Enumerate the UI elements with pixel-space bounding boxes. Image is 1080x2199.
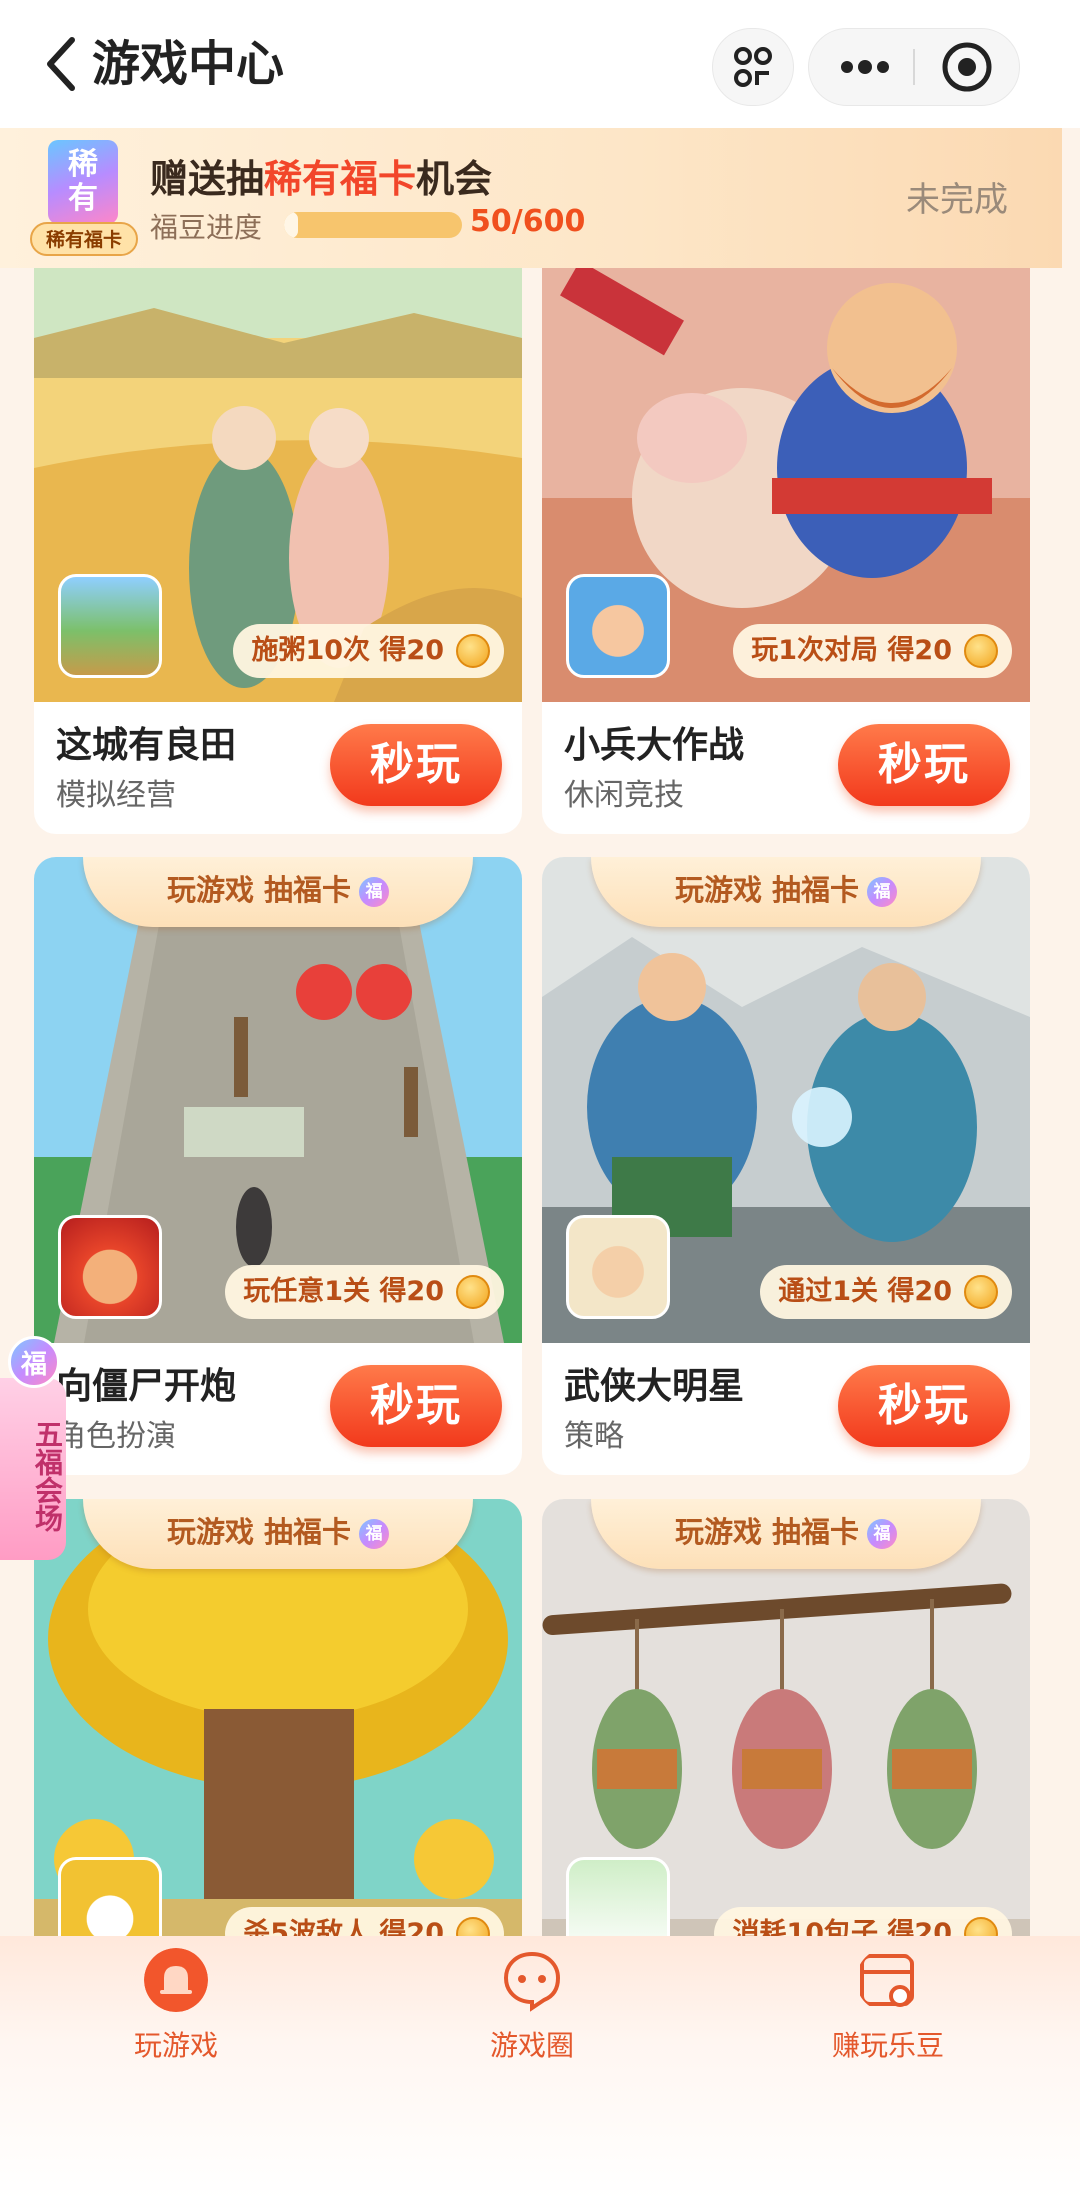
capsule-divider: [913, 49, 915, 85]
rare-card-image: 稀 有: [48, 140, 118, 224]
chip-text: 玩游戏 抽福卡: [166, 873, 352, 907]
progress-label: 福豆进度: [150, 211, 263, 244]
game-name: 向僵尸开炮: [56, 1366, 237, 1407]
game-category: 策略: [564, 1419, 624, 1454]
progress-fill: [284, 212, 299, 238]
tab-label: 赚玩乐豆: [831, 2029, 944, 2062]
badge-char-1: 稀: [68, 147, 98, 182]
fu-card-icon: 福: [867, 1519, 898, 1549]
game-name: 这城有良田: [56, 725, 237, 766]
game-icon: [58, 1215, 162, 1319]
game-card[interactable]: 玩1次对局 得20 小兵大作战 休闲竞技 秒玩: [542, 268, 1030, 834]
play-draw-card-chip: 玩游戏 抽福卡福: [83, 1499, 473, 1569]
instant-play-button[interactable]: 秒玩: [330, 1365, 502, 1447]
gift-card-icon: [860, 1954, 914, 2007]
instant-play-button[interactable]: 秒玩: [330, 724, 502, 806]
tab-label: 玩游戏: [133, 2029, 218, 2062]
nav-bar: 游戏中心: [0, 0, 1080, 128]
coin-icon: [964, 1275, 998, 1309]
tab-label: 游戏圈: [489, 2029, 574, 2062]
task-reward-badge: 施粥10次 得20: [233, 624, 504, 678]
game-card[interactable]: 施粥10次 得20 这城有良田 模拟经营 秒玩: [34, 268, 522, 834]
coin-icon: [964, 634, 998, 668]
game-name: 武侠大明星: [564, 1366, 745, 1407]
scan-button[interactable]: [712, 28, 794, 106]
progress-text: 50/600: [470, 204, 586, 239]
page-title: 游戏中心: [92, 36, 285, 92]
back-arrow-icon[interactable]: [40, 34, 84, 94]
badge-char-2: 有: [68, 181, 98, 216]
close-target-icon[interactable]: [925, 29, 1009, 105]
fu-card-icon: 福: [867, 877, 898, 907]
tab-earn-beans[interactable]: 赚玩乐豆: [788, 1948, 988, 2064]
game-card[interactable]: 玩游戏 抽福卡福 通过1关 得20 武侠大明星 策略 秒玩: [542, 857, 1030, 1475]
task-status: 未完成: [906, 180, 1008, 220]
rare-card-tag: 稀有福卡: [30, 222, 138, 256]
instant-play-button[interactable]: 秒玩: [838, 1365, 1010, 1447]
five-fortune-label: 五福会场: [0, 1378, 66, 1560]
game-category: 模拟经营: [56, 778, 176, 813]
task-reward-badge: 玩任意1关 得20: [225, 1265, 504, 1319]
game-name: 小兵大作战: [564, 725, 745, 766]
task-reward-badge: 玩1次对局 得20: [733, 624, 1012, 678]
chip-text: 玩游戏 抽福卡: [674, 873, 860, 907]
banner-title: 赠送抽稀有福卡机会: [150, 148, 492, 203]
play-draw-card-chip: 玩游戏 抽福卡福: [591, 1499, 981, 1569]
game-card[interactable]: 玩游戏 抽福卡福 杀5波敌人 得20: [34, 1499, 522, 1999]
play-draw-card-chip: 玩游戏 抽福卡福: [591, 857, 981, 927]
game-card[interactable]: 玩游戏 抽福卡福 玩任意1关 得20 向僵尸开炮 角色扮演 秒玩: [34, 857, 522, 1475]
rare-card-banner[interactable]: 稀 有 稀有福卡 赠送抽稀有福卡机会 福豆进度 50/600 未完成: [0, 128, 1062, 268]
banner-title-highlight: 稀有福卡: [264, 157, 417, 201]
coin-icon: [456, 1275, 490, 1309]
game-category: 休闲竞技: [564, 778, 684, 813]
task-text: 施粥10次 得20: [251, 635, 444, 666]
instant-play-button[interactable]: 秒玩: [838, 724, 1010, 806]
game-card[interactable]: 玩游戏 抽福卡福 消耗10包子 得20: [542, 1499, 1030, 1999]
banner-title-suffix: 机会: [416, 157, 493, 201]
progress-bar: [284, 212, 462, 238]
chip-text: 玩游戏 抽福卡: [166, 1515, 352, 1549]
task-text: 玩1次对局 得20: [751, 635, 952, 666]
five-fortune-venue-entry[interactable]: 五福会场 福: [0, 1336, 70, 1560]
mini-program-capsule: [808, 28, 1020, 106]
bottom-tab-bar: 玩游戏 游戏圈 赚玩乐豆: [0, 1936, 1080, 2199]
game-icon: [566, 574, 670, 678]
game-icon: [58, 574, 162, 678]
task-text: 通过1关 得20: [778, 1276, 952, 1307]
rare-card-badge: 稀 有 稀有福卡: [30, 140, 138, 258]
game-category: 角色扮演: [56, 1419, 176, 1454]
game-icon: [566, 1215, 670, 1319]
chip-text: 玩游戏 抽福卡: [674, 1515, 860, 1549]
banner-title-prefix: 赠送抽: [150, 157, 265, 201]
chat-icon: [503, 1951, 561, 2012]
scan-icon: [734, 47, 772, 87]
tab-game-circle[interactable]: 游戏圈: [432, 1948, 632, 2064]
play-draw-card-chip: 玩游戏 抽福卡福: [83, 857, 473, 927]
fu-badge-icon: 福: [8, 1336, 60, 1388]
coin-icon: [456, 634, 490, 668]
fu-card-icon: 福: [359, 1519, 390, 1549]
tab-play-games[interactable]: 玩游戏: [76, 1948, 276, 2064]
task-text: 玩任意1关 得20: [243, 1276, 444, 1307]
task-reward-badge: 通过1关 得20: [760, 1265, 1012, 1319]
more-icon[interactable]: [823, 29, 907, 105]
fu-card-icon: 福: [359, 877, 390, 907]
bell-icon: [144, 1948, 208, 2012]
